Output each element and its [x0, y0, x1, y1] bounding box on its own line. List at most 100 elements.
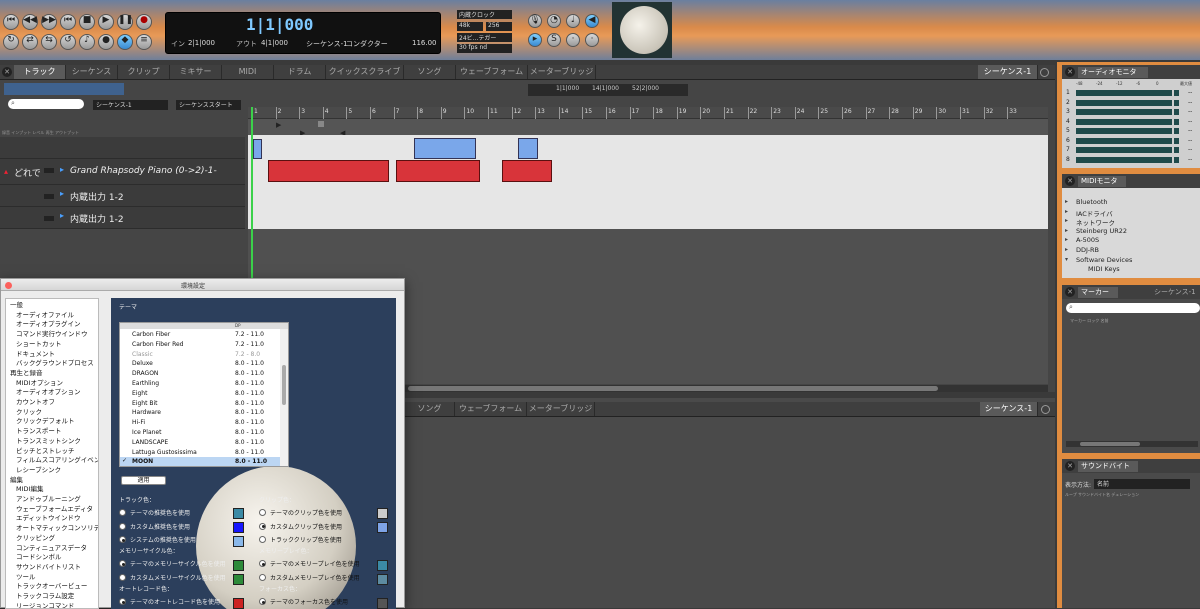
lower-sequence-tab[interactable]: シーケンス-1 — [980, 402, 1038, 416]
loop-start-marker[interactable]: ▶ — [276, 121, 281, 129]
marker-strip[interactable]: ▶ ▶ ◀ — [248, 119, 1048, 137]
preferences-sidebar-item[interactable]: ドキュメント — [6, 350, 98, 360]
tempo-value[interactable]: 116.00 — [412, 39, 437, 47]
cycle-icon[interactable]: ↺ — [60, 34, 76, 50]
radio-label[interactable]: テーマのメモリープレイ色を使用 — [270, 559, 360, 568]
radio-label[interactable]: テーマのクリップ色を使用 — [270, 508, 342, 517]
tempo-clip[interactable] — [253, 139, 262, 159]
counter-b[interactable]: 14|1|000 — [592, 85, 619, 92]
preferences-sidebar-item[interactable]: ピッチとストレッチ — [6, 447, 98, 457]
tab-track[interactable]: トラック — [14, 65, 66, 79]
record-enable-icon[interactable]: ▴ — [4, 167, 8, 176]
loop-icon[interactable]: ↻ — [3, 34, 19, 50]
marker-scrollbar[interactable] — [1066, 441, 1198, 447]
tab-midi[interactable]: MIDI — [222, 65, 274, 79]
disclosure-icon[interactable]: ▸ — [1065, 227, 1068, 234]
sequence-dropdown[interactable]: シーケンス-1 — [93, 100, 168, 110]
theme-row[interactable]: Eight Bit 8.0 - 11.0 — [120, 399, 280, 408]
theme-row[interactable]: Lattuga Gustosissima 8.0 - 11.0 — [120, 448, 280, 457]
preferences-sidebar-item[interactable]: サウンドバイトリスト — [6, 563, 98, 573]
buffer-size[interactable]: 256 — [486, 22, 512, 31]
speaker-icon[interactable]: ◀ — [585, 14, 599, 28]
ruler[interactable]: 1 2 3 4 5 6 7 8 9 10 11 12 13 14 15 16 17 18 19 20 21 22 23 24 2… — [248, 107, 1048, 119]
play-enable-icon[interactable]: ▸ — [60, 165, 64, 174]
marker-sequence-tab[interactable]: シーケンス-1 — [1154, 287, 1200, 298]
midi-device-item[interactable]: IACドライバ — [1076, 208, 1113, 218]
preferences-sidebar-item[interactable]: クリッピング — [6, 534, 98, 544]
preferences-sidebar-item[interactable]: MIDIオプション — [6, 379, 98, 389]
cursor-icon[interactable]: ▸ — [528, 33, 542, 47]
clip-indicator[interactable] — [1174, 128, 1179, 134]
preferences-sidebar-item[interactable]: ウェーブフォームエディタ — [6, 505, 98, 515]
metronome-icon[interactable]: ◔ — [547, 14, 561, 28]
preferences-sidebar-item[interactable]: コマンド実行ウインドウ — [6, 330, 98, 340]
rewind-button[interactable]: ◀◀ — [22, 14, 38, 30]
radio-label[interactable]: カスタムクリップ色を使用 — [270, 522, 342, 531]
theme-row[interactable]: Carbon Fiber Red 7.2 - 11.0 — [120, 340, 280, 349]
tab-song[interactable]: ソング — [404, 65, 456, 79]
radio-label[interactable]: トラッククリップ色を使用 — [270, 535, 342, 544]
radio-label[interactable]: テーマの推奨色を使用 — [130, 508, 190, 517]
ext-icon[interactable]: · — [566, 33, 580, 47]
swatch[interactable] — [377, 508, 388, 519]
tab-sequence[interactable]: シーケンス — [66, 65, 118, 79]
clip-indicator[interactable] — [1174, 90, 1179, 96]
tab-mixer[interactable]: ミキサー — [170, 65, 222, 79]
preferences-sidebar-item[interactable]: トラックコラム設定 — [6, 592, 98, 602]
sample-rate[interactable]: 48k — [457, 22, 483, 31]
preferences-sidebar-item[interactable]: トランスミットシンク — [6, 437, 98, 447]
theme-row[interactable]: Eight 8.0 - 11.0 — [120, 389, 280, 398]
preferences-sidebar-item[interactable]: ショートカット — [6, 340, 98, 350]
marker-flag[interactable] — [318, 121, 324, 127]
clip-indicator[interactable] — [1174, 118, 1179, 125]
play-enable-icon[interactable]: ▸ — [60, 211, 64, 220]
preferences-sidebar-item[interactable]: カウントオフ — [6, 398, 98, 408]
disclosure-icon[interactable]: ▸ — [1065, 217, 1068, 224]
swatch[interactable] — [233, 536, 244, 547]
disclosure-icon[interactable]: ▸ — [1065, 236, 1068, 243]
track-name[interactable]: 内蔵出力 1-2 — [70, 190, 124, 203]
close-icon[interactable]: ✕ — [1065, 461, 1075, 471]
sequence-tab[interactable]: シーケンス-1 — [978, 65, 1038, 79]
preferences-sidebar-item[interactable]: オーディオオプション — [6, 388, 98, 398]
theme-list[interactable]: DP Carbon Fiber 7.2 - 11.0 Carbon Fiber Re… — [119, 322, 289, 467]
preferences-sidebar-item[interactable]: レシーブシンク — [6, 466, 98, 476]
stop-button[interactable]: ■ — [79, 14, 95, 30]
preferences-sidebar-item[interactable]: クリックデフォルト — [6, 417, 98, 427]
close-icon[interactable]: ✕ — [1065, 287, 1075, 297]
track-input[interactable]: どれで — [14, 166, 41, 179]
radio-label[interactable]: テーマのフォーカス色を使用 — [270, 597, 348, 606]
theme-row[interactable]: Deluxe 8.0 - 11.0 — [120, 359, 280, 368]
preferences-sidebar-item[interactable]: トランスポート — [6, 427, 98, 437]
swatch[interactable] — [377, 574, 388, 585]
tab-waveform-lower[interactable]: ウェーブフォーム — [455, 402, 527, 416]
preferences-sidebar-item[interactable]: クリック — [6, 408, 98, 418]
theme-row[interactable]: Classic 7.2 - 8.0 — [120, 350, 280, 359]
clip-indicator[interactable] — [1174, 109, 1179, 115]
radio-label[interactable]: カスタムメモリープレイ色を使用 — [270, 573, 360, 582]
start-dropdown[interactable]: シーケンススタート — [176, 100, 241, 110]
click-icon[interactable]: ♩ — [566, 14, 580, 28]
radio-button[interactable] — [119, 522, 126, 530]
clip-indicator[interactable] — [1174, 147, 1179, 153]
preferences-sidebar-item[interactable]: 編集 — [6, 476, 98, 486]
swatch[interactable] — [377, 560, 388, 571]
theme-row[interactable]: Carbon Fiber 7.2 - 11.0 — [120, 330, 280, 339]
rec-mode-icon[interactable]: ● — [98, 34, 114, 50]
disclosure-icon[interactable]: ▸ — [1065, 198, 1068, 205]
tab-meterbridge[interactable]: メーターブリッジ — [528, 65, 596, 79]
midi-device-item[interactable]: Bluetooth — [1076, 198, 1108, 206]
tab-waveform[interactable]: ウェーブフォーム — [456, 65, 528, 79]
midi-clip[interactable] — [396, 160, 480, 182]
tab-clip[interactable]: クリップ — [118, 65, 170, 79]
midi-monitor-title[interactable]: MIDIモニタ — [1078, 176, 1126, 187]
display-select[interactable]: 名前 — [1094, 479, 1190, 489]
marker-title[interactable]: マーカー — [1078, 287, 1118, 298]
lower-options-icon[interactable] — [1041, 405, 1050, 414]
soundbite-title[interactable]: サウンドバイト — [1078, 461, 1138, 472]
midi-device-item[interactable]: Software Devices — [1076, 256, 1132, 264]
radio-button[interactable] — [259, 536, 266, 543]
out-value[interactable]: 4|1|000 — [261, 39, 288, 47]
preferences-sidebar-item[interactable]: コードシンボル — [6, 553, 98, 563]
rewind-start-button[interactable]: ⏮ — [3, 14, 19, 30]
